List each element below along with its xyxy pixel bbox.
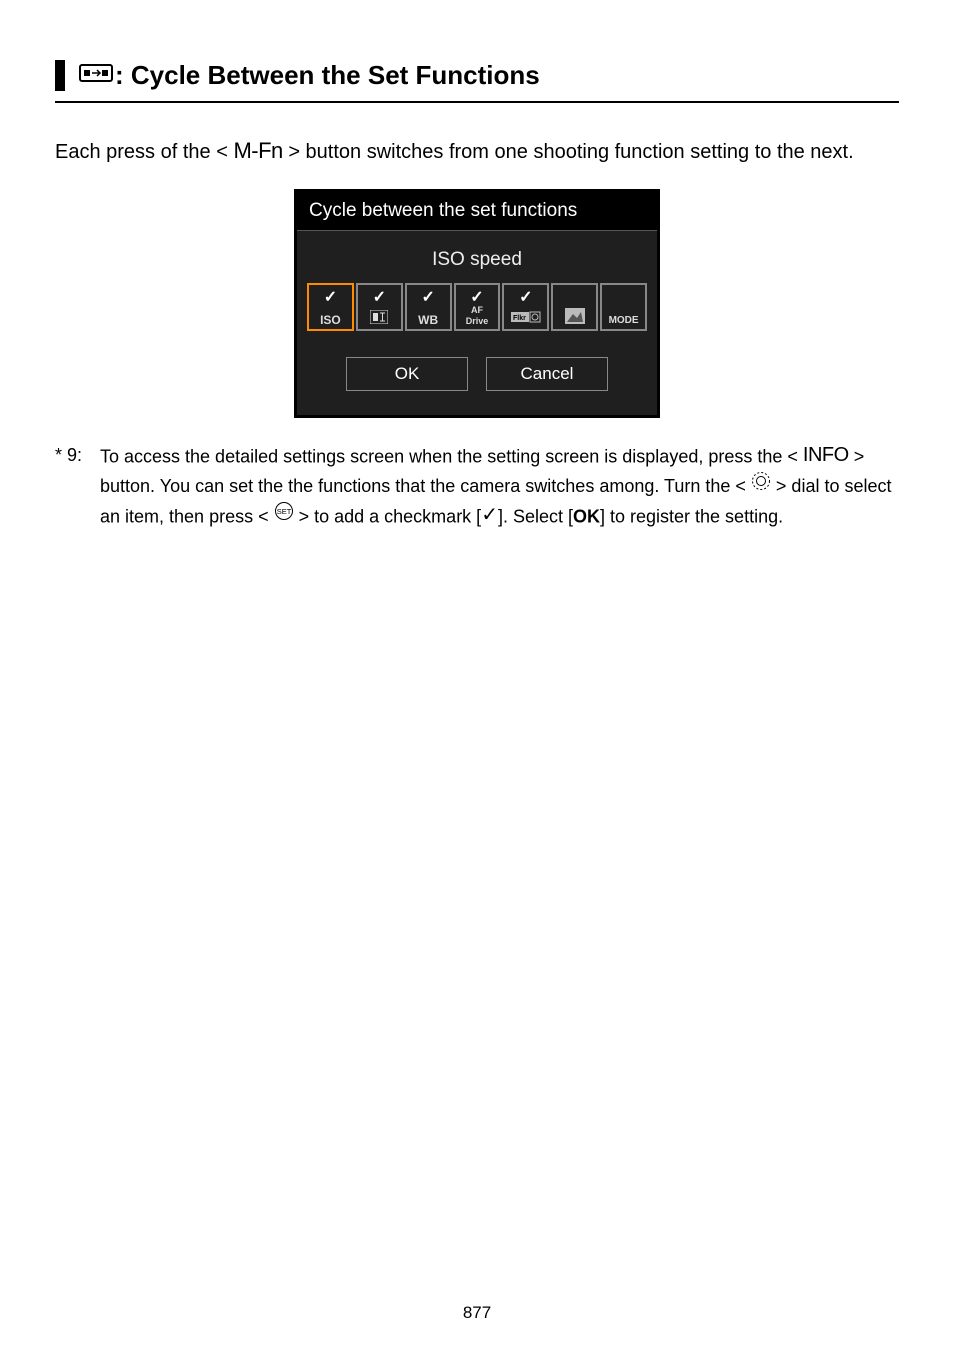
quick-control-dial-icon [751, 471, 771, 500]
fn-ok-strong: OK [573, 506, 600, 526]
section-title-rule [55, 101, 899, 103]
svg-text:Flkr: Flkr [513, 315, 526, 322]
camera-screen-title: Cycle between the set functions [297, 192, 657, 231]
info-button-glyph: INFO [803, 440, 849, 471]
checkmark-icon: ✓ [504, 287, 547, 307]
fn-label-mode: MODE [609, 316, 639, 326]
fn-cell-wb: ✓ WB [405, 283, 452, 331]
fn-label-iso: ISO [320, 314, 341, 326]
fn-cell-mode: MODE [600, 283, 647, 331]
fn-label-wb: WB [418, 314, 438, 326]
fn-cell-picture-style [551, 283, 598, 331]
checkmark-glyph: ✓ [481, 500, 498, 531]
section-title: : Cycle Between the Set Functions [79, 60, 899, 91]
camera-screen-body: ISO speed ✓ ISO ✓ ✓ WB [297, 231, 657, 415]
checkmark-icon: ✓ [407, 287, 450, 307]
section-heading-block: : Cycle Between the Set Functions [55, 60, 899, 91]
intro-text-part1: Each press of the < [55, 141, 233, 163]
fn-cell-af-drive: ✓ AFDrive [454, 283, 501, 331]
mfn-button-glyph: M-Fn [233, 135, 282, 167]
fn-text-6: ] to register the setting. [600, 506, 783, 526]
camera-cancel-button: Cancel [486, 357, 608, 391]
checkmark-icon: ✓ [358, 287, 401, 307]
camera-screen-subtitle: ISO speed [297, 239, 657, 277]
fn-text-4: > to add a checkmark [ [294, 506, 482, 526]
flicker-icon: Flkr [511, 311, 541, 326]
camera-lcd-screenshot: Cycle between the set functions ISO spee… [55, 189, 899, 418]
footnote-9: * 9: To access the detailed settings scr… [55, 442, 899, 533]
checkmark-icon: ✓ [456, 287, 499, 307]
page-number: 877 [0, 1303, 954, 1323]
svg-text:SET: SET [276, 507, 291, 516]
fn-label-af-drive: AFDrive [466, 304, 489, 326]
section-title-text: : Cycle Between the Set Functions [115, 60, 540, 91]
checkmark-icon: ✓ [309, 287, 352, 307]
camera-screen-panel: Cycle between the set functions ISO spee… [294, 189, 660, 418]
fn-text-1: To access the detailed settings screen w… [100, 446, 803, 466]
intro-paragraph: Each press of the < M-Fn > button switch… [55, 137, 899, 169]
fn-cell-flicker: ✓ Flkr [502, 283, 549, 331]
camera-function-grid: ✓ ISO ✓ ✓ WB ✓ [297, 277, 657, 353]
footnote-body: To access the detailed settings screen w… [100, 442, 899, 533]
picture-style-icon [565, 308, 585, 326]
cycle-functions-icon [79, 60, 113, 91]
fn-cell-exposure-comp: ✓ [356, 283, 403, 331]
intro-text-part2: > button switches from one shooting func… [283, 141, 854, 163]
fn-text-5: ]. Select [ [498, 506, 573, 526]
exposure-comp-icon [370, 310, 388, 326]
footnote-marker: * 9: [55, 442, 100, 533]
set-button-icon: SET [274, 501, 294, 530]
camera-button-row: OK Cancel [297, 353, 657, 403]
fn-cell-iso: ✓ ISO [307, 283, 354, 331]
camera-ok-button: OK [346, 357, 468, 391]
